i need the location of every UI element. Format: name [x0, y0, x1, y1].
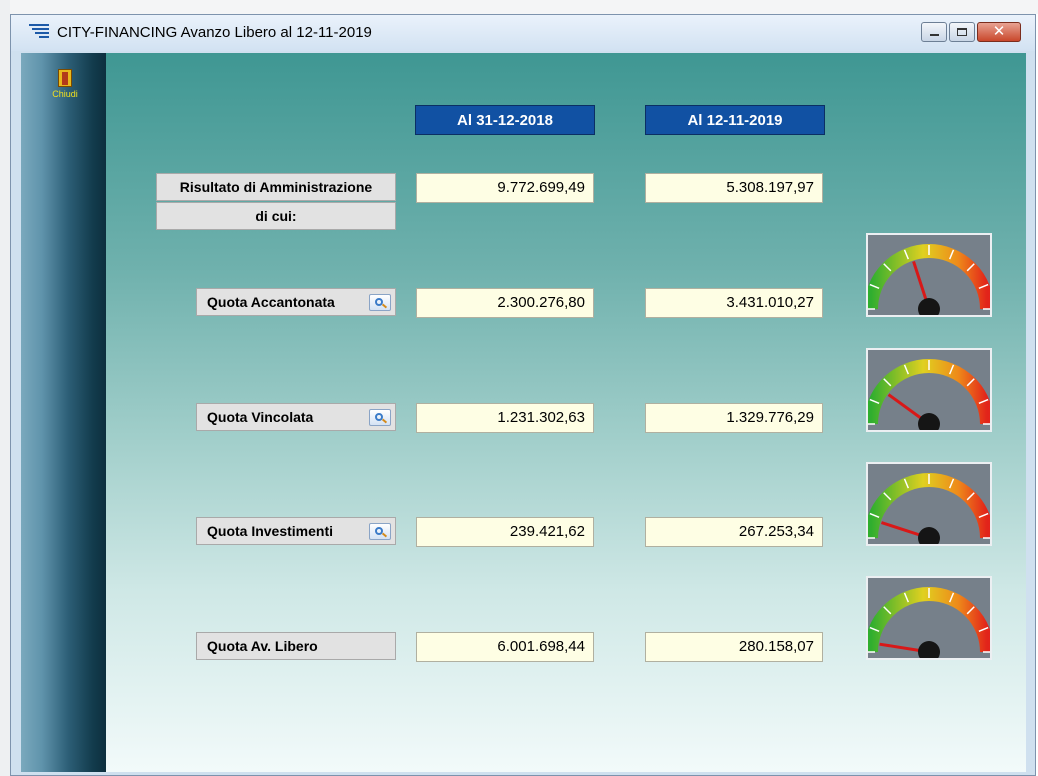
- close-icon: ✕: [992, 23, 1006, 40]
- gauge-investimenti: [866, 462, 992, 546]
- magnifier-icon[interactable]: [369, 523, 391, 540]
- gauge-svg: [868, 578, 990, 658]
- gauge-svg: [868, 350, 990, 430]
- maximize-icon: [957, 28, 967, 36]
- gauge-svg: [868, 235, 990, 315]
- exit-door-icon: [58, 69, 72, 87]
- value-vincolata-2018[interactable]: 1.231.302,63: [416, 403, 594, 433]
- label-text: Quota Accantonata: [207, 294, 335, 310]
- label-text: Quota Vincolata: [207, 409, 314, 425]
- list-icon[interactable]: [29, 24, 49, 42]
- gauge-av-libero: [866, 576, 992, 660]
- gauge-accantonata: [866, 233, 992, 317]
- form-area: Chiudi Al 31-12-2018 Al 12-11-2019 Risul…: [21, 53, 1026, 772]
- magnifier-icon[interactable]: [369, 409, 391, 426]
- label-risultato: Risultato di Amministrazione: [156, 173, 396, 201]
- value-investimenti-2019[interactable]: 267.253,34: [645, 517, 823, 547]
- value-av-libero-2019[interactable]: 280.158,07: [645, 632, 823, 662]
- label-quota-investimenti: Quota Investimenti: [196, 517, 396, 545]
- label-di-cui: di cui:: [156, 202, 396, 230]
- window-title: CITY-FINANCING Avanzo Libero al 12-11-20…: [57, 24, 372, 41]
- label-quota-av-libero: Quota Av. Libero: [196, 632, 396, 660]
- magnifier-icon[interactable]: [369, 294, 391, 311]
- value-av-libero-2018[interactable]: 6.001.698,44: [416, 632, 594, 662]
- label-text: Quota Investimenti: [207, 523, 334, 539]
- close-window-button[interactable]: ✕: [977, 22, 1021, 42]
- maximize-button[interactable]: [949, 22, 975, 42]
- gauge-vincolata: [866, 348, 992, 432]
- label-quota-vincolata: Quota Vincolata: [196, 403, 396, 431]
- value-risultato-2018[interactable]: 9.772.699,49: [416, 173, 594, 203]
- app-window: CITY-FINANCING Avanzo Libero al 12-11-20…: [10, 14, 1036, 776]
- column-header-2019: Al 12-11-2019: [645, 105, 825, 135]
- value-investimenti-2018[interactable]: 239.421,62: [416, 517, 594, 547]
- minimize-button[interactable]: [921, 22, 947, 42]
- column-header-2018: Al 31-12-2018: [415, 105, 595, 135]
- title-bar[interactable]: CITY-FINANCING Avanzo Libero al 12-11-20…: [11, 15, 1035, 51]
- chiudi-label: Chiudi: [52, 89, 78, 99]
- value-accantonata-2018[interactable]: 2.300.276,80: [416, 288, 594, 318]
- side-toolbar: Chiudi: [21, 53, 106, 772]
- label-quota-accantonata: Quota Accantonata: [196, 288, 396, 316]
- value-vincolata-2019[interactable]: 1.329.776,29: [645, 403, 823, 433]
- gauge-svg: [868, 464, 990, 544]
- desktop-strip-top: [0, 0, 1038, 14]
- value-accantonata-2019[interactable]: 3.431.010,27: [645, 288, 823, 318]
- minimize-icon: [930, 34, 939, 36]
- value-risultato-2019[interactable]: 5.308.197,97: [645, 173, 823, 203]
- desktop-strip-left: [0, 0, 10, 776]
- label-text: Quota Av. Libero: [207, 638, 318, 654]
- chiudi-button[interactable]: Chiudi: [43, 69, 87, 109]
